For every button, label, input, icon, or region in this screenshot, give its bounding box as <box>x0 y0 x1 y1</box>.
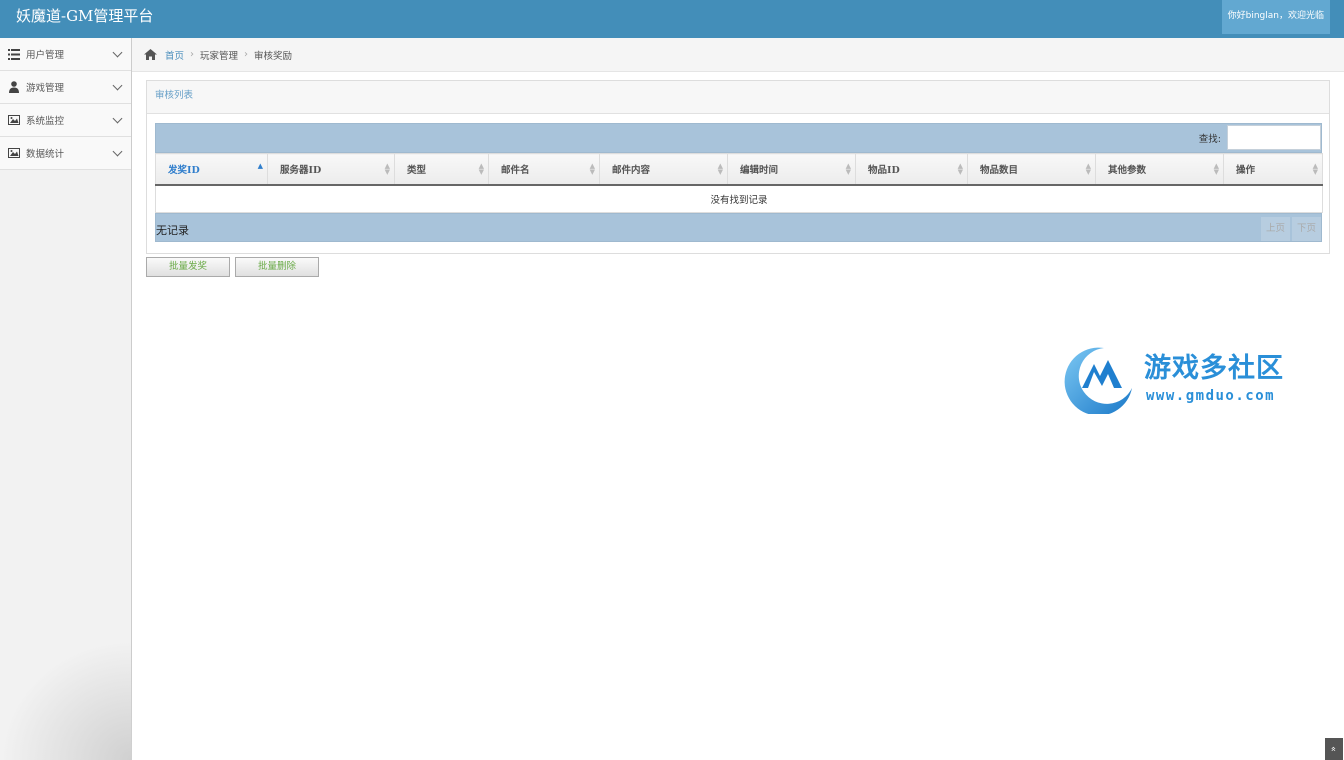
breadcrumb-separator-icon: › <box>190 49 195 60</box>
batch-delete-button[interactable]: 批量删除 <box>235 257 319 277</box>
sort-icon: ▲ ▼ <box>1085 161 1091 176</box>
column-header-label: 邮件内容 <box>612 164 651 176</box>
column-header-label: 物品数目 <box>980 164 1019 176</box>
watermark-logo: 游戏多社区 www.gmduo.com <box>1052 342 1332 414</box>
column-header-edit-time[interactable]: 编辑时间 ▲ ▼ <box>727 153 856 186</box>
sort-icon: ▲ ▼ <box>478 161 484 176</box>
column-header-label: 物品ID <box>868 164 900 176</box>
sort-icon: ▲ ▼ <box>717 161 723 176</box>
table-footer: 无记录 上页 下页 <box>155 213 1322 242</box>
watermark-url: www.gmduo.com <box>1146 388 1276 404</box>
batch-send-button[interactable]: 批量发奖 <box>146 257 230 277</box>
picture-icon <box>8 147 20 159</box>
empty-table-message: 没有找到记录 <box>155 184 1323 213</box>
sidebar-item-system-monitor[interactable]: 系统监控 <box>0 104 131 137</box>
sort-icon: ▲ ▼ <box>384 161 390 176</box>
column-header-label: 操作 <box>1236 164 1256 176</box>
data-table-wrapper: 查找: 发奖ID ▲ 服务器ID ▲ ▼ 类型 ▲ ▼ 邮件名 ▲ ▼ 邮件内容 ▲ ▼ 编辑时间… <box>155 123 1323 242</box>
table-info: 无记录 <box>156 224 189 237</box>
table-row: 没有找到记录 <box>155 184 1323 213</box>
column-header-type[interactable]: 类型 ▲ ▼ <box>394 153 489 186</box>
column-header-mail-content[interactable]: 邮件内容 ▲ ▼ <box>599 153 728 186</box>
breadcrumb-section: 玩家管理 <box>200 50 239 62</box>
picture-icon <box>8 114 20 126</box>
breadcrumb-home-link[interactable]: 首页 <box>165 48 184 62</box>
list-icon <box>8 48 20 60</box>
sidebar-item-label: 数据统计 <box>26 149 65 160</box>
column-header-label: 其他参数 <box>1108 164 1147 176</box>
column-header-label: 邮件名 <box>501 164 530 176</box>
table-toolbar: 查找: <box>155 123 1322 153</box>
column-header-award-id[interactable]: 发奖ID ▲ <box>155 153 268 186</box>
pagination: 上页 下页 <box>1259 217 1321 241</box>
top-navbar: 妖魔道-GM管理平台 你好binglan，欢迎光临 <box>0 0 1344 38</box>
table-header-row: 发奖ID ▲ 服务器ID ▲ ▼ 类型 ▲ ▼ 邮件名 ▲ ▼ 邮件内容 ▲ ▼ 编辑时间 ▲ ▼ 物… <box>155 153 1323 186</box>
chevron-down-icon <box>112 113 123 124</box>
column-header-item-id[interactable]: 物品ID ▲ ▼ <box>855 153 968 186</box>
scroll-to-top-button[interactable]: » <box>1325 738 1343 760</box>
sidebar-item-game-management[interactable]: 游戏管理 <box>0 71 131 104</box>
column-header-other-params[interactable]: 其他参数 ▲ ▼ <box>1095 153 1224 186</box>
watermark-title: 游戏多社区 <box>1144 353 1284 384</box>
sort-asc-icon: ▲ <box>257 161 263 170</box>
column-header-label: 发奖ID <box>168 164 200 176</box>
chevron-down-icon <box>112 80 123 91</box>
chevron-down-icon <box>112 146 123 157</box>
sidebar-item-label: 系统监控 <box>26 116 65 127</box>
search-label: 查找: <box>1198 134 1221 145</box>
column-header-actions[interactable]: 操作 ▲ ▼ <box>1223 153 1323 186</box>
sidebar-item-user-management[interactable]: 用户管理 <box>0 38 131 71</box>
column-header-mail-name[interactable]: 邮件名 ▲ ▼ <box>488 153 600 186</box>
column-header-label: 类型 <box>407 164 427 176</box>
sort-icon: ▲ ▼ <box>845 161 851 176</box>
prev-page-button[interactable]: 上页 <box>1260 217 1290 241</box>
sidebar-item-data-statistics[interactable]: 数据统计 <box>0 137 131 170</box>
double-chevron-up-icon: » <box>1328 746 1339 752</box>
user-icon <box>8 81 20 93</box>
chevron-down-icon <box>112 47 123 58</box>
app-title[interactable]: 妖魔道-GM管理平台 <box>16 6 153 26</box>
sort-icon: ▲ ▼ <box>589 161 595 176</box>
sidebar: 用户管理 游戏管理 系统监控 数据统计 <box>0 38 132 760</box>
panel-title: 审核列表 <box>147 81 1329 114</box>
logo-icon <box>1064 347 1132 414</box>
sidebar-item-label: 游戏管理 <box>26 83 65 94</box>
column-header-server-id[interactable]: 服务器ID ▲ ▼ <box>267 153 395 186</box>
breadcrumb-current: 审核奖励 <box>254 50 293 62</box>
sidebar-item-label: 用户管理 <box>26 50 65 61</box>
column-header-label: 编辑时间 <box>740 164 779 176</box>
user-greeting[interactable]: 你好binglan，欢迎光临 <box>1221 0 1330 34</box>
sort-icon: ▲ ▼ <box>957 161 963 176</box>
sort-icon: ▲ ▼ <box>1312 161 1318 176</box>
breadcrumb-separator-icon: › <box>244 49 249 60</box>
breadcrumb: 首页 › 玩家管理 › 审核奖励 <box>132 38 1344 72</box>
home-icon[interactable] <box>144 49 157 60</box>
column-header-item-count[interactable]: 物品数目 ▲ ▼ <box>967 153 1096 186</box>
review-list-panel: 审核列表 查找: 发奖ID ▲ 服务器ID ▲ ▼ 类型 ▲ ▼ 邮件名 ▲ ▼ 邮件内容 ▲ ▼… <box>146 80 1330 254</box>
column-header-label: 服务器ID <box>280 164 322 176</box>
review-table: 发奖ID ▲ 服务器ID ▲ ▼ 类型 ▲ ▼ 邮件名 ▲ ▼ 邮件内容 ▲ ▼ 编辑时间 ▲ ▼ 物… <box>155 153 1323 213</box>
search-input[interactable] <box>1227 125 1321 150</box>
sidebar-shadow <box>0 640 132 760</box>
sort-icon: ▲ ▼ <box>1213 161 1219 176</box>
next-page-button[interactable]: 下页 <box>1291 217 1321 241</box>
